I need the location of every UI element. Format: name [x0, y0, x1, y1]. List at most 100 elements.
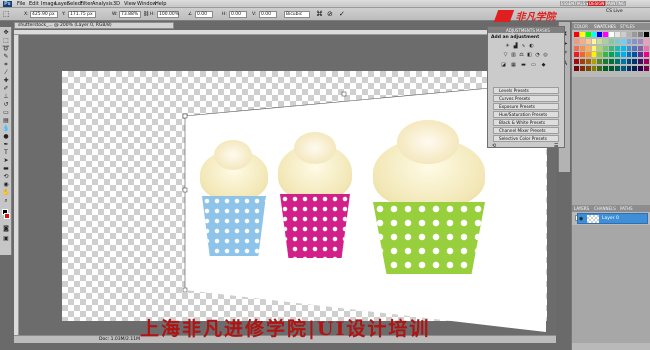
tab-channels[interactable]: CHANNELS — [594, 206, 616, 211]
menu-3d[interactable]: 3D — [113, 1, 120, 7]
color-swatch[interactable] — [614, 59, 620, 65]
type-tool-icon[interactable]: T — [2, 149, 10, 156]
layer-name[interactable]: Layer 0 — [602, 216, 619, 221]
color-swatch[interactable] — [591, 52, 597, 58]
color-swatch[interactable] — [632, 45, 638, 51]
color-swatch[interactable] — [579, 66, 585, 72]
color-swatch[interactable] — [609, 59, 614, 65]
hand-tool-icon[interactable]: ✋ — [2, 189, 10, 196]
width-field[interactable]: 73.88% — [119, 11, 141, 18]
y-field[interactable]: 171.75 px — [68, 11, 96, 18]
black-white-icon[interactable]: ◧ — [526, 52, 533, 58]
color-swatch[interactable] — [591, 66, 597, 72]
color-swatch[interactable] — [644, 45, 649, 51]
color-swatch[interactable] — [579, 45, 585, 51]
color-swatch[interactable] — [574, 38, 579, 44]
gradient-map-icon[interactable]: ▭ — [530, 62, 537, 68]
color-swatch[interactable] — [638, 52, 644, 58]
cancel-icon[interactable]: ⊘ — [327, 10, 333, 18]
menu-filter[interactable]: Filter — [80, 1, 92, 7]
color-swatch[interactable] — [644, 59, 649, 65]
menu-analysis[interactable]: Analysis — [92, 1, 113, 7]
color-swatch[interactable] — [626, 45, 632, 51]
hue-saturation-presets[interactable]: Hue/Saturation Presets — [493, 111, 559, 118]
color-swatch[interactable] — [609, 66, 614, 72]
menu-file[interactable]: File — [17, 1, 25, 7]
ruler-left[interactable] — [14, 35, 19, 335]
visibility-eye-icon[interactable]: ◉ — [579, 216, 583, 222]
black-white-presets[interactable]: Black & White Presets — [493, 119, 559, 126]
color-swatch[interactable] — [603, 59, 609, 65]
eyedropper-tool-icon[interactable]: ⁄ — [2, 69, 10, 76]
document-tab[interactable]: shutterstock_... @ 200% (Layer 0, RGB/8) — [14, 22, 174, 29]
color-swatch[interactable] — [574, 52, 579, 58]
tab-color[interactable]: COLOR — [574, 24, 588, 29]
color-swatch[interactable] — [626, 32, 632, 37]
color-swatch[interactable] — [585, 66, 591, 72]
color-swatch[interactable] — [644, 66, 649, 72]
color-balance-icon[interactable]: ⚖ — [518, 52, 525, 58]
color-swatch[interactable] — [632, 52, 638, 58]
levels-icon[interactable]: ▟ — [512, 43, 519, 49]
dodge-tool-icon[interactable]: ● — [2, 133, 10, 140]
angle-field[interactable]: 0.00 — [195, 11, 213, 18]
move-tool-icon[interactable]: ✥ — [2, 29, 10, 36]
color-swatch[interactable] — [644, 38, 649, 44]
screen-mode-icon[interactable]: ▣ — [2, 235, 10, 242]
selective-color-presets[interactable]: Selective Color Presets — [493, 135, 559, 142]
panel-menu-icon[interactable]: ☰ — [554, 143, 558, 149]
color-swatch[interactable] — [574, 66, 579, 72]
menu-edit[interactable]: Edit — [29, 1, 39, 7]
color-swatch[interactable] — [603, 52, 609, 58]
gradient-tool-icon[interactable]: ▤ — [2, 117, 10, 124]
color-swatch[interactable] — [585, 45, 591, 51]
tab-masks[interactable]: MASKS — [536, 28, 550, 33]
color-swatch[interactable] — [591, 59, 597, 65]
3d-orbit-tool-icon[interactable]: ◉ — [2, 181, 10, 188]
color-swatch[interactable] — [614, 32, 620, 37]
color-swatch[interactable] — [609, 32, 614, 37]
clip-icon[interactable]: ⟲ — [492, 143, 496, 149]
color-swatch[interactable] — [603, 38, 609, 44]
color-swatch[interactable] — [620, 32, 626, 37]
color-swatch[interactable] — [626, 66, 632, 72]
threshold-icon[interactable]: ▬ — [520, 62, 527, 68]
color-swatch[interactable] — [597, 38, 603, 44]
photo-filter-icon[interactable]: ◔ — [534, 52, 541, 58]
color-swatch[interactable] — [603, 32, 609, 37]
marquee-tool-icon[interactable]: ⬚ — [2, 37, 10, 44]
color-swatch[interactable] — [579, 59, 585, 65]
color-swatch[interactable] — [591, 38, 597, 44]
levels-presets[interactable]: Levels Presets — [493, 87, 559, 94]
tab-adjustments[interactable]: ADJUSTMENTS — [506, 28, 535, 33]
color-swatch[interactable] — [626, 52, 632, 58]
color-swatch[interactable] — [597, 66, 603, 72]
curves-presets[interactable]: Curves Presets — [493, 95, 559, 102]
color-swatch[interactable] — [638, 32, 644, 37]
color-swatch[interactable] — [579, 38, 585, 44]
color-swatch[interactable] — [585, 32, 591, 37]
color-swatch[interactable] — [626, 59, 632, 65]
channel-mixer-presets[interactable]: Channel Mixer Presets — [493, 127, 559, 134]
color-swatch[interactable] — [638, 59, 644, 65]
color-swatch[interactable] — [614, 66, 620, 72]
path-select-tool-icon[interactable]: ➤ — [2, 157, 10, 164]
interpolation-select[interactable]: Bicubic — [284, 11, 310, 18]
color-swatch[interactable] — [614, 45, 620, 51]
tab-styles[interactable]: STYLES — [620, 24, 635, 29]
3d-rotate-tool-icon[interactable]: ⟲ — [2, 173, 10, 180]
color-swatch[interactable] — [603, 66, 609, 72]
tab-layers[interactable]: LAYERS — [574, 206, 589, 211]
color-swatch[interactable] — [620, 38, 626, 44]
swatch-grid[interactable] — [574, 32, 649, 72]
clone-stamp-tool-icon[interactable]: ⊥ — [2, 93, 10, 100]
tab-paths[interactable]: PATHS — [620, 206, 633, 211]
quick-mask-icon[interactable]: ◙ — [2, 225, 10, 232]
exposure-icon[interactable]: ◐ — [528, 43, 535, 49]
color-swatch[interactable] — [609, 52, 614, 58]
background-color-swatch[interactable] — [4, 213, 10, 219]
lasso-tool-icon[interactable]: ➰ — [2, 45, 10, 52]
height-field[interactable]: 100.00% — [157, 11, 179, 18]
color-swatch[interactable] — [609, 38, 614, 44]
link-icon[interactable]: ⛓ — [143, 11, 149, 17]
